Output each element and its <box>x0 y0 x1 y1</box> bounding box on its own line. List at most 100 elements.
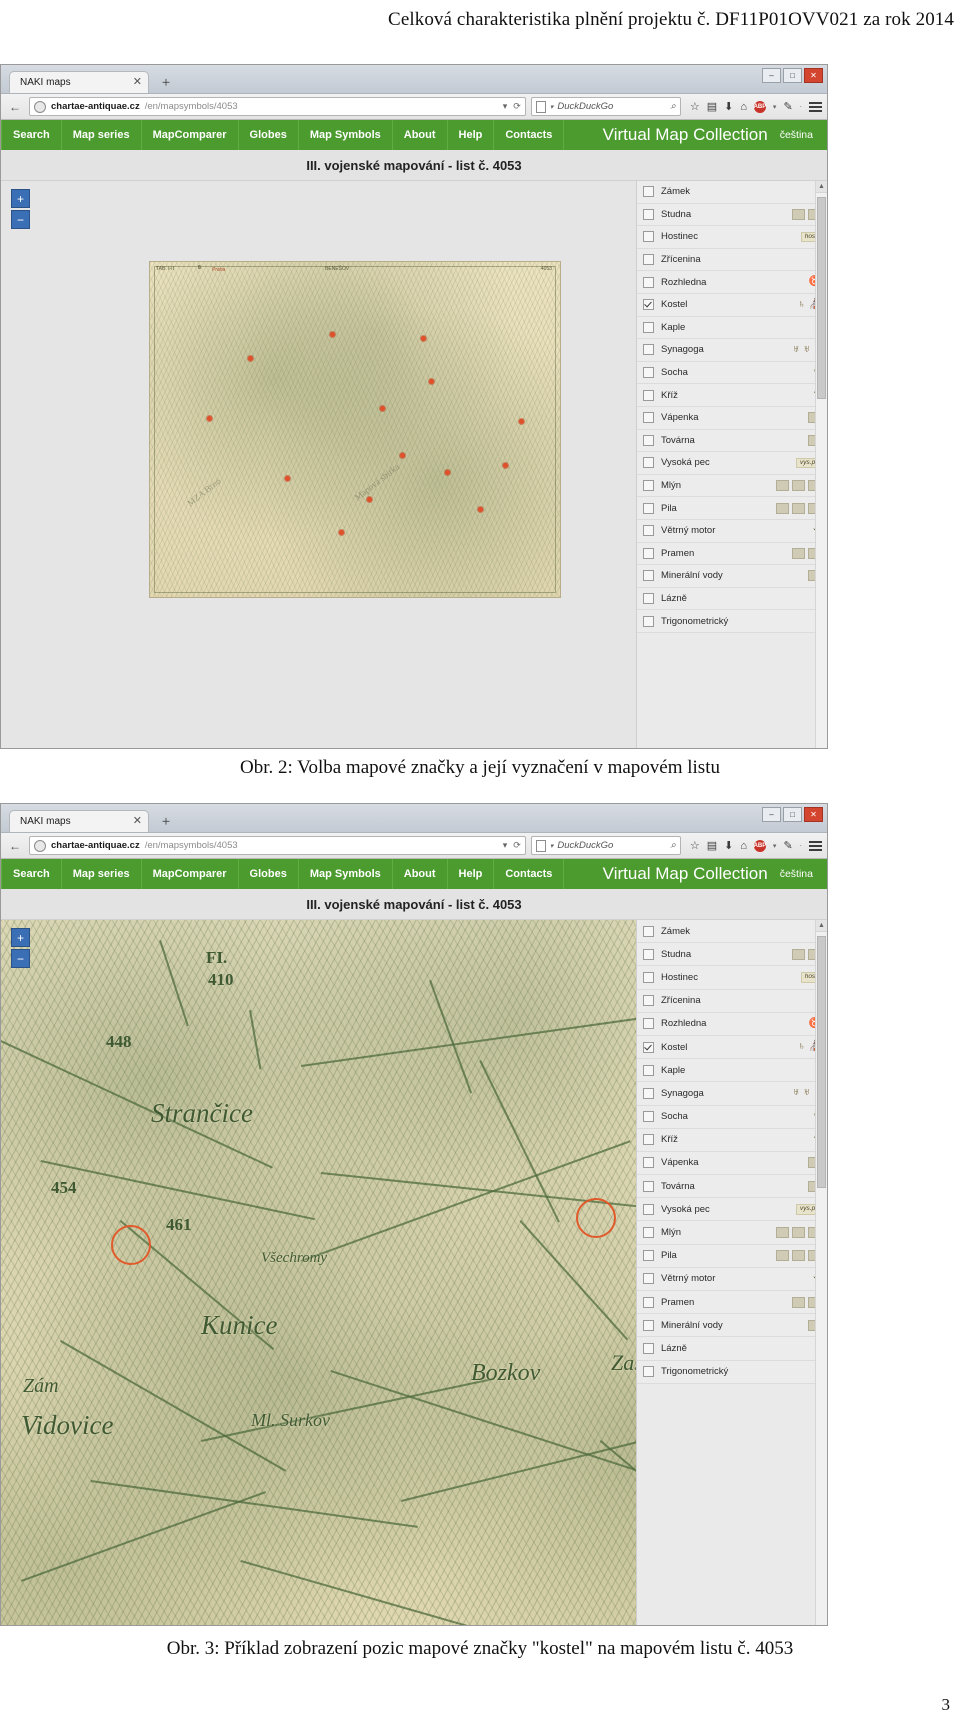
back-icon[interactable]: ← <box>6 837 24 855</box>
downloads-icon[interactable]: ⬇ <box>724 100 733 113</box>
symbol-checkbox[interactable] <box>643 389 654 401</box>
symbol-row[interactable]: Zřícenina <box>637 248 827 272</box>
symbol-checkbox[interactable] <box>643 1250 654 1262</box>
symbol-row[interactable]: Kříž✝ <box>637 1128 827 1152</box>
symbol-checkbox[interactable] <box>643 1319 654 1331</box>
symbol-row[interactable]: Větrný motor⚘ <box>637 1267 827 1291</box>
url-bar[interactable]: chartae-antiquae.cz /en/mapsymbols/4053 … <box>29 836 526 855</box>
symbol-checkbox[interactable] <box>643 231 654 243</box>
library-icon[interactable]: ▤ <box>707 839 717 852</box>
chevron-down-icon[interactable]: ▾ <box>773 103 777 111</box>
symbol-checkbox[interactable] <box>643 186 654 198</box>
symbol-row[interactable]: Lázně⌣ <box>637 1337 827 1361</box>
symbol-checkbox[interactable] <box>643 592 654 604</box>
nav-item-search[interactable]: Search <box>1 859 62 889</box>
symbol-checkbox[interactable] <box>643 208 654 220</box>
symbol-row[interactable]: Minerální vody <box>637 1314 827 1338</box>
search-icon[interactable]: ⌕ <box>670 101 676 112</box>
language-switcher[interactable]: čeština <box>780 129 827 141</box>
symbol-checkbox[interactable] <box>643 254 654 266</box>
symbol-row[interactable]: Studna <box>637 203 827 227</box>
bookmark-star-icon[interactable]: ☆ <box>690 839 700 852</box>
zoom-in-button[interactable]: + <box>11 928 30 947</box>
symbol-checkbox[interactable] <box>643 1111 654 1123</box>
symbol-row[interactable]: Hostinec host <box>637 226 827 249</box>
nav-item-map-series[interactable]: Map series <box>62 120 142 150</box>
symbol-row[interactable]: Zámek♆ <box>637 920 827 944</box>
symbol-checkbox[interactable] <box>643 971 654 983</box>
symbol-row[interactable]: Mlýn <box>637 1221 827 1245</box>
symbol-row[interactable]: Kostel♄⛪ <box>637 1035 827 1060</box>
symbol-checkbox[interactable] <box>643 367 654 379</box>
scroll-up-icon[interactable]: ▲ <box>816 920 827 932</box>
nav-item-map-symbols[interactable]: Map Symbols <box>299 120 393 150</box>
symbol-checkbox[interactable] <box>643 1366 654 1378</box>
nav-item-mapcomparer[interactable]: MapComparer <box>142 859 239 889</box>
symbol-checkbox[interactable] <box>643 299 654 311</box>
maximize-icon[interactable]: □ <box>783 68 802 83</box>
home-icon[interactable]: ⌂ <box>740 840 747 852</box>
nav-item-about[interactable]: About <box>393 120 448 150</box>
symbol-checkbox[interactable] <box>643 1134 654 1146</box>
panel-scrollbar[interactable]: ▲ ▼ <box>815 920 827 1625</box>
symbol-row[interactable]: Kříž✝ <box>637 384 827 407</box>
window-close-icon[interactable]: ✕ <box>804 68 823 83</box>
back-icon[interactable]: ← <box>6 98 24 116</box>
symbol-row[interactable]: Vysoká pec vys.p. <box>637 1198 827 1222</box>
map-viewport[interactable]: + − TAB. I-II 8 Praha BENEŠOV 4053 MZA B… <box>1 181 827 748</box>
symbol-row[interactable]: Kostel♄⛪ <box>637 293 827 317</box>
nav-item-search[interactable]: Search <box>1 120 62 150</box>
search-input[interactable]: ▾ DuckDuckGo ⌕ <box>530 836 681 855</box>
bookmark-star-icon[interactable]: ☆ <box>690 100 700 113</box>
symbol-checkbox[interactable] <box>643 1018 654 1030</box>
chevron-down-icon[interactable]: ▾ <box>503 840 508 851</box>
symbol-row[interactable]: Studna <box>637 943 827 967</box>
symbol-checkbox[interactable] <box>643 321 654 333</box>
chevron-down-icon[interactable]: ▾ <box>773 842 777 850</box>
scrollbar-thumb[interactable] <box>817 936 826 1188</box>
symbol-checkbox[interactable] <box>643 1087 654 1099</box>
symbol-row[interactable]: Pila <box>637 497 827 520</box>
symbol-row[interactable]: Trigonometrický <box>637 1360 827 1384</box>
browser-tab-naki-maps[interactable]: NAKI maps ✕ <box>9 71 149 93</box>
symbol-checkbox[interactable] <box>643 412 654 424</box>
reload-icon[interactable]: ⟳ <box>513 101 521 112</box>
maximize-icon[interactable]: □ <box>783 807 802 822</box>
close-icon[interactable]: ✕ <box>133 77 142 88</box>
symbols-list[interactable]: Zámek♆ Studna Hostinechost Zřícenina Rozhled… <box>637 181 827 748</box>
symbol-checkbox[interactable] <box>643 948 654 960</box>
symbol-row[interactable]: Kaple♁ <box>637 316 827 340</box>
downloads-icon[interactable]: ⬇ <box>724 839 733 852</box>
chevron-down-icon[interactable]: ▾ <box>503 101 508 112</box>
symbol-row[interactable]: Kaple♁ <box>637 1059 827 1083</box>
search-input[interactable]: ▾ DuckDuckGo ⌕ <box>530 97 681 116</box>
symbol-checkbox[interactable] <box>643 1064 654 1076</box>
scroll-up-icon[interactable]: ▲ <box>816 181 827 193</box>
adblock-icon[interactable]: ABP <box>754 839 766 852</box>
nav-item-contacts[interactable]: Contacts <box>494 859 565 889</box>
nav-item-help[interactable]: Help <box>448 120 495 150</box>
home-icon[interactable]: ⌂ <box>740 101 747 113</box>
library-icon[interactable]: ▤ <box>707 100 717 113</box>
search-icon[interactable]: ⌕ <box>670 840 676 851</box>
symbol-row[interactable]: Továrna <box>637 429 827 453</box>
symbol-checkbox[interactable] <box>643 480 654 492</box>
symbol-row[interactable]: Mlýn <box>637 474 827 498</box>
browser-tab-naki-maps[interactable]: NAKI maps ✕ <box>9 810 149 832</box>
nav-item-help[interactable]: Help <box>448 859 495 889</box>
menu-icon[interactable] <box>809 101 822 112</box>
symbol-checkbox[interactable] <box>643 344 654 356</box>
symbol-checkbox[interactable] <box>643 1227 654 1239</box>
symbol-row[interactable]: Minerální vody <box>637 565 827 588</box>
nav-item-map-symbols[interactable]: Map Symbols <box>299 859 393 889</box>
nav-item-mapcomparer[interactable]: MapComparer <box>142 120 239 150</box>
symbol-checkbox[interactable] <box>643 502 654 514</box>
symbol-row[interactable]: Synagoga♅♅♅ <box>637 1082 827 1106</box>
symbol-checkbox[interactable] <box>643 615 654 627</box>
symbol-row[interactable]: Rozhledna♉ <box>637 1012 827 1036</box>
symbol-checkbox[interactable] <box>643 1273 654 1285</box>
minimize-icon[interactable]: – <box>762 807 781 822</box>
symbol-row[interactable]: Synagoga♅♅♅ <box>637 339 827 362</box>
symbol-row[interactable]: Socha⚲ <box>637 1105 827 1129</box>
symbol-checkbox[interactable] <box>643 995 654 1007</box>
